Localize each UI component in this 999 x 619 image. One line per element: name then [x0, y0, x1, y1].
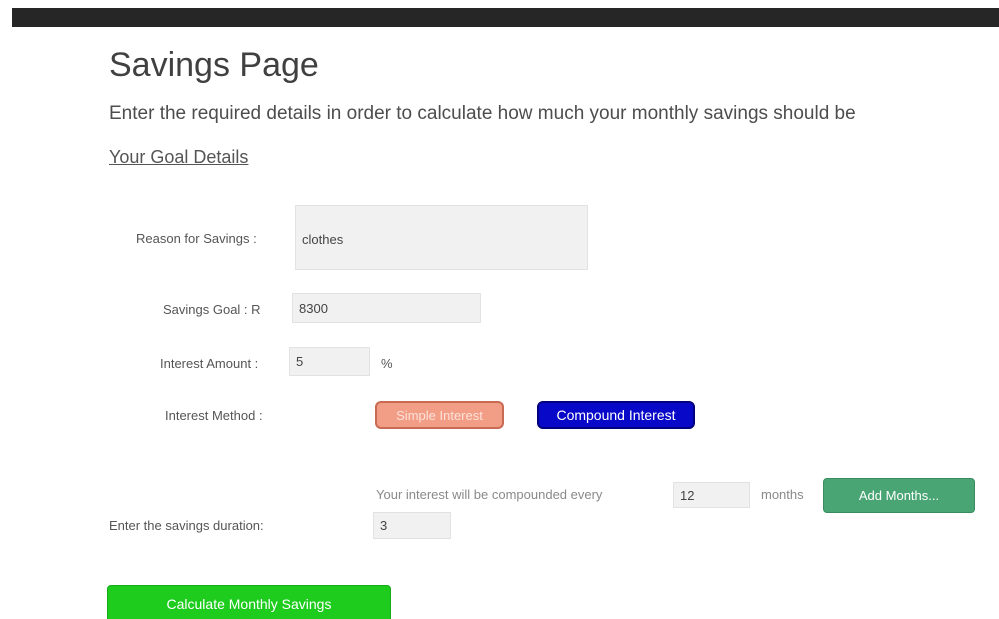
compound-suffix-text: months [761, 487, 804, 502]
savings-duration-input[interactable] [373, 512, 451, 539]
simple-interest-button[interactable]: Simple Interest [375, 401, 504, 429]
interest-method-label: Interest Method : [165, 408, 263, 423]
reason-input[interactable]: clothes [295, 205, 588, 270]
percent-sign: % [381, 356, 393, 371]
page-title: Savings Page [109, 46, 319, 84]
compound-interest-button[interactable]: Compound Interest [537, 401, 695, 429]
reason-label: Reason for Savings : [136, 231, 257, 246]
savings-page: Savings Page Enter the required details … [0, 0, 999, 619]
compound-months-input[interactable] [673, 482, 750, 508]
interest-amount-input[interactable] [289, 347, 370, 376]
savings-goal-label: Savings Goal : R [163, 302, 261, 317]
goal-details-link[interactable]: Your Goal Details [109, 147, 248, 168]
compound-prefix-text: Your interest will be compounded every [376, 487, 603, 502]
calculate-monthly-savings-button[interactable]: Calculate Monthly Savings [107, 585, 391, 619]
interest-amount-label: Interest Amount : [160, 356, 259, 371]
savings-goal-input[interactable] [292, 293, 481, 323]
savings-duration-label: Enter the savings duration: [109, 518, 264, 533]
top-navigation-bar [12, 8, 999, 27]
page-intro-text: Enter the required details in order to c… [109, 103, 856, 124]
add-months-button[interactable]: Add Months... [823, 478, 975, 513]
